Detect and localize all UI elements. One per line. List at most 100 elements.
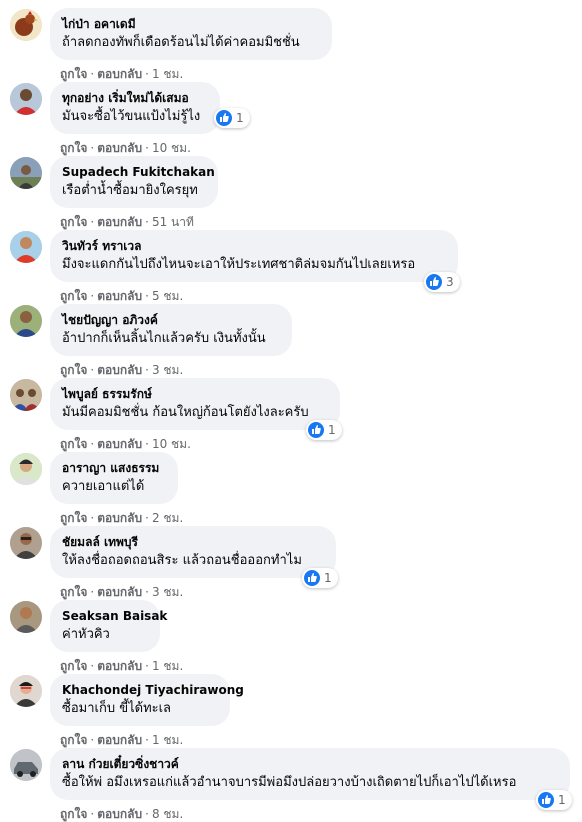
reply-link[interactable]: ตอบกลับ: [97, 733, 142, 747]
like-link[interactable]: ถูกใจ: [60, 289, 87, 303]
like-link[interactable]: ถูกใจ: [60, 733, 87, 747]
reply-link[interactable]: ตอบกลับ: [97, 659, 142, 673]
person-avatar-icon[interactable]: [10, 675, 42, 707]
like-link[interactable]: ถูกใจ: [60, 363, 87, 377]
comment-author[interactable]: ไก่ป่า อคาเดมี: [62, 16, 320, 32]
reply-link[interactable]: ตอบกลับ: [97, 363, 142, 377]
comment-bubble: ไพบูลย์ ธรรมรักษ์ มันมีคอมมิชชั่น ก้อนให…: [50, 378, 340, 430]
rooster-avatar-icon[interactable]: [10, 9, 42, 41]
comment-author[interactable]: ลาน ก๋วยเตี๋ยวซิ่งชาวค์: [62, 756, 558, 772]
comment-timestamp[interactable]: 2 ชม.: [152, 511, 183, 525]
reaction-count[interactable]: 1: [302, 568, 338, 588]
comment-author[interactable]: วินทัวร์ ทราเวล: [62, 238, 446, 254]
comment-author[interactable]: ทุกอย่าง เริ่มใหม่ได้เสมอ: [62, 90, 208, 106]
comment-bubble: ไชยปัญญา อภิวงค์ อ้าปากก็เห็นลิ้นไกแล้วค…: [50, 304, 292, 356]
person-avatar-icon[interactable]: [10, 231, 42, 263]
separator: ·: [145, 215, 149, 229]
person-avatar-icon[interactable]: [10, 305, 42, 337]
comment-actions: ถูกใจ · ตอบกลับ · 3 ชม.: [60, 584, 183, 600]
group-avatar-icon[interactable]: [10, 379, 42, 411]
person-avatar-icon[interactable]: [10, 453, 42, 485]
like-link[interactable]: ถูกใจ: [60, 585, 87, 599]
comment-author[interactable]: ไพบูลย์ ธรรมรักษ์: [62, 386, 328, 402]
reaction-number: 1: [324, 571, 332, 585]
person-avatar-icon[interactable]: [10, 157, 42, 189]
reply-link[interactable]: ตอบกลับ: [97, 511, 142, 525]
comment-actions: ถูกใจ · ตอบกลับ · 2 ชม.: [60, 510, 183, 526]
comment-bubble: Seaksan Baisak ค่าหัวคิว: [50, 600, 167, 652]
comment-author[interactable]: ไชยปัญญา อภิวงค์: [62, 312, 280, 328]
separator: ·: [90, 733, 95, 747]
comment-actions: ถูกใจ · ตอบกลับ · 10 ชม.: [60, 140, 191, 156]
comment-actions: ถูกใจ · ตอบกลับ · 1 ชม.: [60, 66, 183, 82]
separator: ·: [90, 511, 95, 525]
comment-timestamp[interactable]: 1 ชม.: [152, 733, 183, 747]
comment-text: ค่าหัวคิว: [62, 627, 110, 642]
comment-timestamp[interactable]: 1 ชม.: [152, 659, 183, 673]
comment-author[interactable]: Supadech Fukitchakan: [62, 164, 215, 180]
comment-bubble: Supadech Fukitchakan เรือต่ำน้ำซื้อมายิง…: [50, 156, 218, 208]
comment-timestamp[interactable]: 51 นาที: [152, 215, 194, 229]
reply-link[interactable]: ตอบกลับ: [97, 437, 142, 451]
separator: ·: [145, 67, 149, 81]
like-link[interactable]: ถูกใจ: [60, 215, 87, 229]
comment-timestamp[interactable]: 3 ชม.: [152, 585, 183, 599]
reply-link[interactable]: ตอบกลับ: [97, 585, 142, 599]
comment-timestamp[interactable]: 10 ชม.: [152, 437, 191, 451]
reaction-count[interactable]: 1: [214, 108, 250, 128]
reaction-count[interactable]: 3: [424, 272, 460, 292]
comment-actions: ถูกใจ · ตอบกลับ · 5 ชม.: [60, 288, 183, 304]
comment-bubble: ลาน ก๋วยเตี๋ยวซิ่งชาวค์ ซื้อให้พ่ อมึงเห…: [50, 748, 570, 800]
comment-timestamp[interactable]: 3 ชม.: [152, 363, 183, 377]
car-avatar-icon[interactable]: [10, 749, 42, 781]
separator: ·: [90, 363, 95, 377]
separator: ·: [90, 141, 95, 155]
like-link[interactable]: ถูกใจ: [60, 511, 87, 525]
person-avatar-icon[interactable]: [10, 601, 42, 633]
separator: ·: [90, 807, 95, 821]
separator: ·: [145, 659, 149, 673]
comment-actions: ถูกใจ · ตอบกลับ · 10 ชม.: [60, 436, 191, 452]
like-link[interactable]: ถูกใจ: [60, 67, 87, 81]
reply-link[interactable]: ตอบกลับ: [97, 67, 142, 81]
comment-bubble: ทุกอย่าง เริ่มใหม่ได้เสมอ มันจะซื้อไว้ขน…: [50, 82, 220, 134]
reply-link[interactable]: ตอบกลับ: [97, 807, 142, 821]
reaction-number: 1: [236, 111, 244, 125]
reaction-number: 1: [328, 423, 336, 437]
comment-author[interactable]: อาราญา แสงธรรม: [62, 460, 166, 476]
reaction-count[interactable]: 1: [306, 420, 342, 440]
reply-link[interactable]: ตอบกลับ: [97, 141, 142, 155]
comment-actions: ถูกใจ · ตอบกลับ · 51 นาที: [60, 214, 194, 230]
comment-author[interactable]: Seaksan Baisak: [62, 608, 167, 624]
person-avatar-icon[interactable]: [10, 83, 42, 115]
separator: ·: [145, 511, 149, 525]
comment-actions: ถูกใจ · ตอบกลับ · 1 ชม.: [60, 732, 183, 748]
reply-link[interactable]: ตอบกลับ: [97, 289, 142, 303]
person-avatar-icon[interactable]: [10, 527, 42, 559]
separator: ·: [90, 437, 95, 451]
separator: ·: [145, 437, 149, 451]
like-link[interactable]: ถูกใจ: [60, 807, 87, 821]
comment-text: ให้ลงชื่อถอดถอนสิระ แล้วถอนชื่อออกทำไม: [62, 553, 302, 568]
comment-timestamp[interactable]: 10 ชม.: [152, 141, 191, 155]
thumbs-up-icon: [216, 110, 232, 126]
comment-timestamp[interactable]: 8 ชม.: [152, 807, 183, 821]
comment-timestamp[interactable]: 5 ชม.: [152, 289, 183, 303]
separator: ·: [90, 585, 95, 599]
separator: ·: [90, 215, 95, 229]
comment-text: ซื้อให้พ่ อมึงเหรอแก่แล้วอำนาจบารมีพ่อมึ…: [62, 775, 517, 790]
comment-author[interactable]: ชัยมลล์ เทพบุรี: [62, 534, 324, 550]
reply-link[interactable]: ตอบกลับ: [97, 215, 142, 229]
separator: ·: [145, 585, 149, 599]
like-link[interactable]: ถูกใจ: [60, 659, 87, 673]
separator: ·: [90, 67, 95, 81]
like-link[interactable]: ถูกใจ: [60, 437, 87, 451]
separator: ·: [145, 733, 149, 747]
comment-author[interactable]: Khachondej Tiyachirawong: [62, 682, 244, 698]
comment-bubble: อาราญา แสงธรรม ควายเอาแต่ได้: [50, 452, 178, 504]
thumbs-up-icon: [426, 274, 442, 290]
comment-timestamp[interactable]: 1 ชม.: [152, 67, 183, 81]
comment-bubble: ไก่ป่า อคาเดมี ถ้าลดกองทัพก็เดือดร้อนไม่…: [50, 8, 332, 60]
like-link[interactable]: ถูกใจ: [60, 141, 87, 155]
reaction-count[interactable]: 1: [536, 790, 572, 810]
